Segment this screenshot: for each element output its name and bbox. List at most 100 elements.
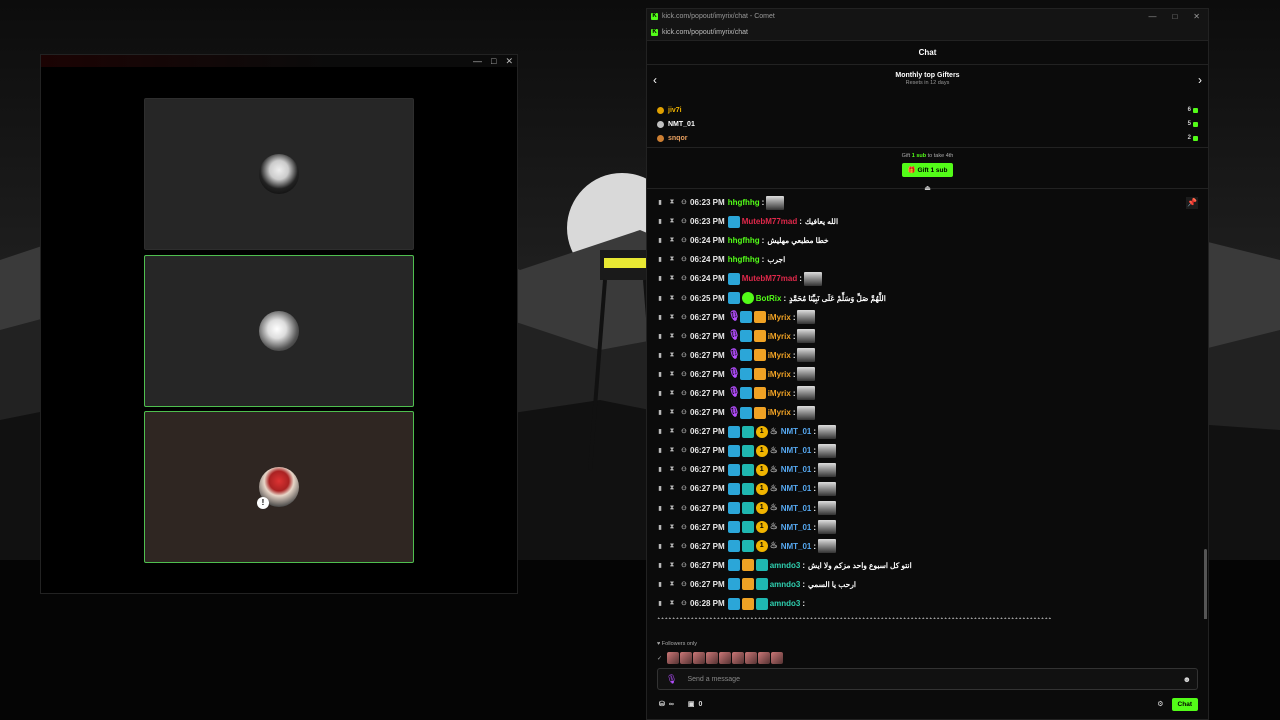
ban-icon[interactable]: ⚇ [681, 466, 687, 473]
minimize-icon[interactable]: — [473, 55, 482, 67]
gift-counter[interactable]: ▣ 0 [688, 700, 703, 709]
crown-badge-icon[interactable] [753, 387, 766, 400]
delete-icon[interactable]: ▮ [657, 275, 663, 282]
close-icon[interactable]: ✕ [505, 55, 513, 67]
flame-badge-icon[interactable]: ♨ [770, 502, 779, 514]
emote-image[interactable] [797, 386, 816, 401]
delete-icon[interactable]: ▮ [657, 409, 663, 416]
delete-icon[interactable]: ▮ [657, 505, 663, 512]
participant-tile[interactable] [144, 98, 414, 250]
delete-icon[interactable]: ▮ [657, 466, 663, 473]
timeout-icon[interactable]: ⧗ [669, 447, 675, 454]
ban-icon[interactable]: ⚇ [681, 600, 687, 607]
message-placeholder[interactable]: Send a message [687, 676, 740, 683]
flame-badge-icon[interactable]: ♨ [770, 521, 779, 533]
blue-badge-icon[interactable] [727, 597, 740, 610]
ban-icon[interactable]: ⚇ [681, 428, 687, 435]
ban-icon[interactable]: ⚇ [681, 543, 687, 550]
coin-badge-icon[interactable]: 1 [755, 444, 768, 457]
gear-icon[interactable]: ⚙ [1157, 700, 1163, 708]
scrollbar[interactable] [1204, 549, 1207, 619]
teal-badge-icon[interactable] [741, 502, 754, 515]
delete-icon[interactable]: ▮ [657, 390, 663, 397]
crown-badge-icon[interactable] [753, 311, 766, 324]
avatar[interactable] [732, 652, 745, 664]
message-input[interactable]: 🎙 Send a message ☻ [657, 668, 1198, 690]
emote-image[interactable] [818, 520, 837, 535]
chat-message[interactable]: ▮ ⧗ ⚇ 06:27 PM amndo3: انتو كل اسبوع واحد مزك… [657, 556, 1208, 575]
ban-icon[interactable]: ⚇ [681, 581, 687, 588]
timeout-icon[interactable]: ⧗ [669, 199, 675, 206]
mic-badge-icon[interactable]: 🎙 [728, 368, 741, 380]
timeout-icon[interactable]: ⧗ [669, 390, 675, 397]
blue-badge-icon[interactable] [727, 578, 740, 591]
emote-image[interactable] [797, 405, 816, 420]
emote-image[interactable] [766, 195, 785, 210]
blue-badge-icon[interactable] [739, 330, 752, 343]
emote-image[interactable] [818, 539, 837, 554]
blue-badge-icon[interactable] [727, 521, 740, 534]
ban-icon[interactable]: ⚇ [681, 371, 687, 378]
gifter-row[interactable]: snqor 2 [657, 131, 1198, 145]
crown-badge-icon[interactable] [741, 578, 754, 591]
ban-icon[interactable]: ⚇ [681, 447, 687, 454]
mic-badge-icon[interactable]: 🎙 [728, 330, 741, 342]
avatar[interactable] [719, 652, 732, 664]
blue-badge-icon[interactable] [727, 502, 740, 515]
emote-image[interactable] [818, 481, 837, 496]
delete-icon[interactable]: ▮ [657, 543, 663, 550]
message-username[interactable]: MutebM77mad [742, 217, 798, 226]
crown-badge-icon[interactable] [753, 406, 766, 419]
ban-icon[interactable]: ⚇ [681, 295, 687, 302]
chat-messages[interactable]: 📌 ▮ ⧗ ⚇ 06:23 PM hhgfhhg: ▮ ⧗ ⚇ 06:23 PM MutebM77… [647, 189, 1208, 619]
mic-icon[interactable]: 🎙 [666, 674, 677, 685]
timeout-icon[interactable]: ⧗ [669, 600, 675, 607]
coin-badge-icon[interactable]: 1 [755, 425, 768, 438]
flame-badge-icon[interactable]: ♨ [770, 445, 779, 457]
message-username[interactable]: iMyrix [768, 408, 791, 417]
blue-badge-icon[interactable] [727, 292, 740, 305]
timeout-icon[interactable]: ⧗ [669, 275, 675, 282]
chat-send-button[interactable]: Chat [1171, 697, 1198, 711]
ban-icon[interactable]: ⚇ [681, 199, 687, 206]
delete-icon[interactable]: ▮ [657, 428, 663, 435]
blue-badge-icon[interactable] [727, 463, 740, 476]
chat-message[interactable]: ▮ ⧗ ⚇ 06:27 PM 1 ♨ NMT_01: [657, 479, 1208, 498]
message-username[interactable]: NMT_01 [781, 484, 812, 493]
timeout-icon[interactable]: ⧗ [669, 562, 675, 569]
teal-badge-icon[interactable] [741, 444, 754, 457]
flame-badge-icon[interactable]: ♨ [770, 540, 779, 552]
teal-badge-icon[interactable] [741, 521, 754, 534]
gifter-row[interactable]: jiv7i 6 [657, 103, 1198, 117]
url-text[interactable]: kick.com/popout/imyrix/chat [662, 29, 748, 36]
avatar[interactable] [758, 652, 771, 664]
message-username[interactable]: NMT_01 [781, 465, 812, 474]
chat-message[interactable]: ▮ ⧗ ⚇ 06:27 PM 🎙 iMyrix: [657, 327, 1208, 346]
gift-sub-button[interactable]: 🎁 Gift 1 sub [901, 163, 954, 177]
message-username[interactable]: iMyrix [768, 389, 791, 398]
delete-icon[interactable]: ▮ [657, 256, 663, 263]
blue-badge-icon[interactable] [739, 311, 752, 324]
teal-badge-icon[interactable] [741, 425, 754, 438]
blue-badge-icon[interactable] [727, 482, 740, 495]
avatar[interactable] [745, 652, 758, 664]
blue-badge-icon[interactable] [727, 215, 740, 228]
ban-icon[interactable]: ⚇ [681, 218, 687, 225]
mic-badge-icon[interactable]: 🎙 [728, 387, 741, 399]
crown-badge-icon[interactable] [753, 349, 766, 362]
emote-image[interactable] [797, 310, 816, 325]
coin-badge-icon[interactable]: 1 [755, 463, 768, 476]
gifter-row[interactable]: NMT_01 5 [657, 117, 1198, 131]
ban-icon[interactable]: ⚇ [681, 505, 687, 512]
ban-icon[interactable]: ⚇ [681, 390, 687, 397]
timeout-icon[interactable]: ⧗ [669, 314, 675, 321]
avatar[interactable] [667, 652, 680, 664]
timeout-icon[interactable]: ⧗ [669, 466, 675, 473]
chat-message[interactable]: ▮ ⧗ ⚇ 06:24 PM hhgfhhg: اجرب [657, 250, 1208, 269]
blue-badge-icon[interactable] [739, 368, 752, 381]
timeout-icon[interactable]: ⧗ [669, 371, 675, 378]
delete-icon[interactable]: ▮ [657, 371, 663, 378]
delete-icon[interactable]: ▮ [657, 333, 663, 340]
timeout-icon[interactable]: ⧗ [669, 543, 675, 550]
avatar[interactable] [706, 652, 719, 664]
